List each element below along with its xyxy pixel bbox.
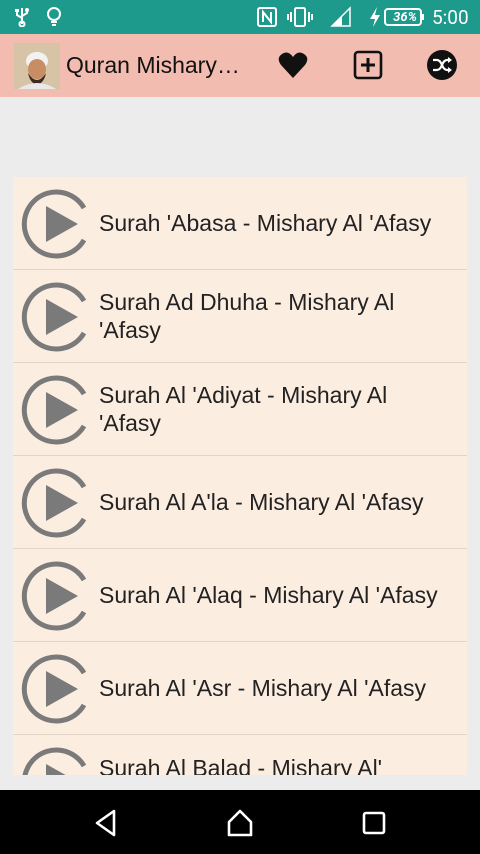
list-item[interactable]: Surah Al 'Adiyat - Mishary Al 'Afasy bbox=[13, 363, 467, 456]
recents-icon[interactable] bbox=[359, 808, 389, 838]
add-button[interactable] bbox=[348, 46, 388, 84]
plus-box-icon bbox=[353, 50, 383, 80]
play-icon[interactable] bbox=[20, 279, 96, 355]
play-icon[interactable] bbox=[20, 651, 96, 727]
track-title: Surah Al 'Adiyat - Mishary Al 'Afasy bbox=[99, 382, 388, 436]
play-icon[interactable] bbox=[20, 465, 96, 541]
favorite-button[interactable] bbox=[273, 46, 313, 84]
track-title: Surah Al 'Asr - Mishary Al 'Afasy bbox=[99, 675, 427, 701]
list-item[interactable]: Surah Al Balad - Mishary Al' bbox=[13, 735, 467, 775]
battery-percent: 36% bbox=[393, 9, 417, 25]
track-title: Surah Ad Dhuha - Mishary Al 'Afasy bbox=[99, 289, 395, 343]
list-item[interactable]: Surah Al A'la - Mishary Al 'Afasy bbox=[13, 456, 467, 549]
status-bar: 36% 5:00 bbox=[0, 0, 480, 34]
track-title: Surah Al 'Alaq - Mishary Al 'Afasy bbox=[99, 582, 438, 608]
shuffle-icon bbox=[427, 50, 457, 80]
vibrate-icon bbox=[286, 0, 314, 34]
play-icon[interactable] bbox=[20, 744, 96, 775]
app-bar: Quran Mishary… bbox=[0, 34, 480, 97]
list-item[interactable]: Surah Al 'Asr - Mishary Al 'Afasy bbox=[13, 642, 467, 735]
clock: 5:00 bbox=[432, 5, 469, 29]
lightbulb-icon bbox=[46, 0, 62, 34]
home-icon[interactable] bbox=[225, 808, 255, 838]
track-title: Surah 'Abasa - Mishary Al 'Afasy bbox=[99, 210, 432, 236]
reciter-avatar bbox=[14, 43, 60, 89]
track-list[interactable]: Surah 'Abasa - Mishary Al 'Afasy Surah A… bbox=[13, 177, 467, 775]
heart-icon bbox=[278, 52, 308, 78]
list-item[interactable]: Surah 'Abasa - Mishary Al 'Afasy bbox=[13, 177, 467, 270]
nfc-icon bbox=[256, 0, 278, 34]
signal-icon bbox=[330, 0, 352, 34]
shuffle-button[interactable] bbox=[422, 46, 462, 84]
track-title: Surah Al A'la - Mishary Al 'Afasy bbox=[99, 489, 424, 515]
list-item[interactable]: Surah Al 'Alaq - Mishary Al 'Afasy bbox=[13, 549, 467, 642]
app-title: Quran Mishary… bbox=[66, 52, 240, 78]
list-item[interactable]: Surah Ad Dhuha - Mishary Al 'Afasy bbox=[13, 270, 467, 363]
play-icon[interactable] bbox=[20, 558, 96, 634]
play-icon[interactable] bbox=[20, 372, 96, 448]
back-icon[interactable] bbox=[92, 808, 122, 838]
charging-icon bbox=[368, 0, 382, 34]
play-icon[interactable] bbox=[20, 186, 96, 262]
usb-icon bbox=[14, 0, 30, 34]
navigation-bar bbox=[0, 790, 480, 854]
track-title: Surah Al Balad - Mishary Al' bbox=[99, 755, 383, 775]
